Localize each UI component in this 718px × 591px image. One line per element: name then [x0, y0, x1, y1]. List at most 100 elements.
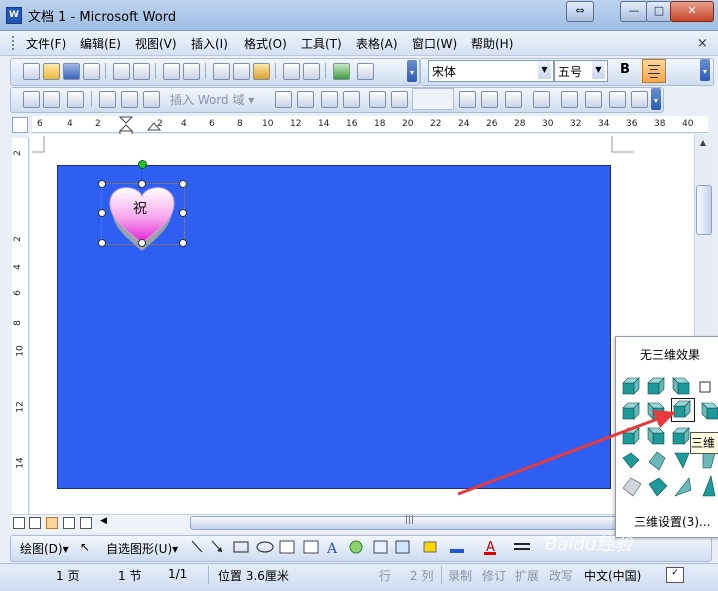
tab-selector[interactable]: [12, 117, 28, 133]
insert-merge-fields-icon[interactable]: [143, 91, 160, 108]
switch-window-button[interactable]: ⇔: [566, 1, 594, 22]
status-record[interactable]: 录制: [448, 567, 472, 584]
check-errors-icon[interactable]: [533, 91, 550, 108]
outline-view-icon[interactable]: [63, 517, 75, 529]
baidu-watermark: Baidu经验: [545, 534, 633, 555]
ruler-tick-label: 28: [514, 119, 526, 129]
table-grid-icon[interactable]: [357, 63, 374, 80]
find-entry-icon[interactable]: [505, 91, 522, 108]
menu-tools[interactable]: 工具(T): [301, 35, 342, 52]
status-overtype[interactable]: 改写: [549, 567, 573, 584]
menu-format[interactable]: 格式(O): [244, 35, 287, 52]
font-size-dropdown-icon[interactable]: ▼: [592, 61, 605, 79]
menu-insert[interactable]: 插入(I): [191, 35, 228, 52]
merge-to-document-icon[interactable]: [561, 91, 578, 108]
word-app-icon[interactable]: W: [6, 7, 22, 24]
autoshapes-menu-button[interactable]: 自选图形(U)▾: [106, 540, 178, 557]
menu-help[interactable]: 帮助(H): [471, 35, 513, 52]
vertical-scroll-thumb[interactable]: [696, 185, 712, 235]
normal-view-icon[interactable]: [13, 517, 25, 529]
reading-layout-view-icon[interactable]: [80, 517, 92, 529]
right-indent-marker-icon[interactable]: [147, 121, 161, 131]
status-separator: [208, 566, 209, 584]
print-layout-view-icon[interactable]: [46, 517, 58, 529]
insert-greeting-icon[interactable]: [121, 91, 138, 108]
formatting-options-chevron-icon[interactable]: ▾: [700, 59, 710, 81]
3d-settings-button[interactable]: 三维设置(3)...: [634, 513, 710, 530]
web-layout-view-icon[interactable]: [29, 517, 41, 529]
resize-handle-bottom-right[interactable]: [179, 239, 187, 247]
undo-icon[interactable]: [283, 63, 300, 80]
paste-icon[interactable]: [233, 63, 250, 80]
scroll-left-arrow-icon[interactable]: ◀: [100, 516, 107, 526]
next-record-icon[interactable]: [459, 91, 476, 108]
resize-handle-bottom-left[interactable]: [98, 239, 106, 247]
highlight-fields-icon[interactable]: [321, 91, 338, 108]
ruler-tick-label: 34: [598, 119, 610, 129]
main-document-setup-icon[interactable]: [23, 91, 40, 108]
toolbar-separator: [155, 63, 156, 79]
ruler-tick-label: 4: [67, 119, 73, 129]
align-center-button[interactable]: [642, 59, 666, 83]
research-icon[interactable]: [183, 63, 200, 80]
save-icon[interactable]: [63, 63, 80, 80]
menu-grip[interactable]: [12, 36, 17, 50]
resize-handle-top-left[interactable]: [98, 180, 106, 188]
print-icon[interactable]: [113, 63, 130, 80]
resize-handle-left[interactable]: [98, 209, 106, 217]
permission-icon[interactable]: [83, 63, 100, 80]
insert-address-block-icon[interactable]: [99, 91, 116, 108]
maximize-button[interactable]: □: [646, 1, 672, 22]
no-3d-effect-option[interactable]: 无三维效果: [640, 346, 700, 363]
spelling-status-icon[interactable]: ✓: [666, 567, 684, 583]
draw-menu-button[interactable]: 绘图(D)▾: [20, 540, 69, 557]
mail-merge-options-chevron-icon[interactable]: ▾: [651, 88, 661, 110]
bold-button[interactable]: B: [616, 60, 634, 80]
resize-handle-top-right[interactable]: [179, 180, 187, 188]
menu-table[interactable]: 表格(A): [356, 35, 398, 52]
ruler-tick-label: 12: [15, 401, 26, 413]
document-close-icon[interactable]: ×: [697, 36, 708, 51]
rotation-handle[interactable]: [138, 160, 147, 169]
menu-edit[interactable]: 编辑(E): [80, 35, 121, 52]
recipients-icon[interactable]: [67, 91, 84, 108]
merge-field-option-icon[interactable]: [275, 91, 292, 108]
merge-to-printer-icon[interactable]: [585, 91, 602, 108]
insert-word-field-button[interactable]: 插入 Word 域 ▾: [170, 91, 254, 108]
toolbar-options-chevron-icon[interactable]: ▾: [407, 60, 417, 82]
menu-window[interactable]: 窗口(W): [412, 35, 457, 52]
new-document-icon[interactable]: [23, 63, 40, 80]
clip-art-icon: [373, 540, 388, 554]
open-data-source-icon[interactable]: [43, 91, 60, 108]
spelling-check-icon[interactable]: [163, 63, 180, 80]
open-folder-icon[interactable]: [43, 63, 60, 80]
scroll-up-arrow-icon[interactable]: ▲: [696, 138, 710, 152]
minimize-button[interactable]: —: [620, 1, 648, 22]
status-track-changes[interactable]: 修订: [482, 567, 506, 584]
resize-handle-right[interactable]: [179, 209, 187, 217]
print-preview-icon[interactable]: [133, 63, 150, 80]
status-extend[interactable]: 扩展: [515, 567, 539, 584]
menu-file[interactable]: 文件(F): [26, 35, 66, 52]
select-objects-icon[interactable]: ↖: [80, 540, 90, 554]
font-dropdown-icon[interactable]: ▼: [538, 61, 551, 79]
menu-view[interactable]: 视图(V): [135, 35, 177, 52]
resize-handle-bottom[interactable]: [138, 239, 146, 247]
match-fields-icon[interactable]: [343, 91, 360, 108]
go-to-record-input[interactable]: [412, 88, 454, 110]
indent-marker-icon[interactable]: [118, 116, 134, 136]
merge-to-fax-icon[interactable]: [631, 91, 648, 108]
hyperlink-icon[interactable]: [333, 63, 350, 80]
view-merged-data-icon[interactable]: [297, 91, 314, 108]
previous-record-icon[interactable]: [391, 91, 408, 108]
first-record-icon[interactable]: [369, 91, 386, 108]
last-record-icon[interactable]: [481, 91, 498, 108]
3d-style-16-icon: [702, 452, 716, 469]
undo-dropdown-icon[interactable]: [303, 63, 320, 80]
close-button[interactable]: ✕: [670, 1, 714, 22]
copy-icon[interactable]: [213, 63, 230, 80]
merge-to-email-icon[interactable]: [609, 91, 626, 108]
ruler-tick-label: 38: [654, 119, 666, 129]
resize-handle-top[interactable]: [138, 180, 146, 188]
format-painter-icon[interactable]: [253, 63, 270, 80]
